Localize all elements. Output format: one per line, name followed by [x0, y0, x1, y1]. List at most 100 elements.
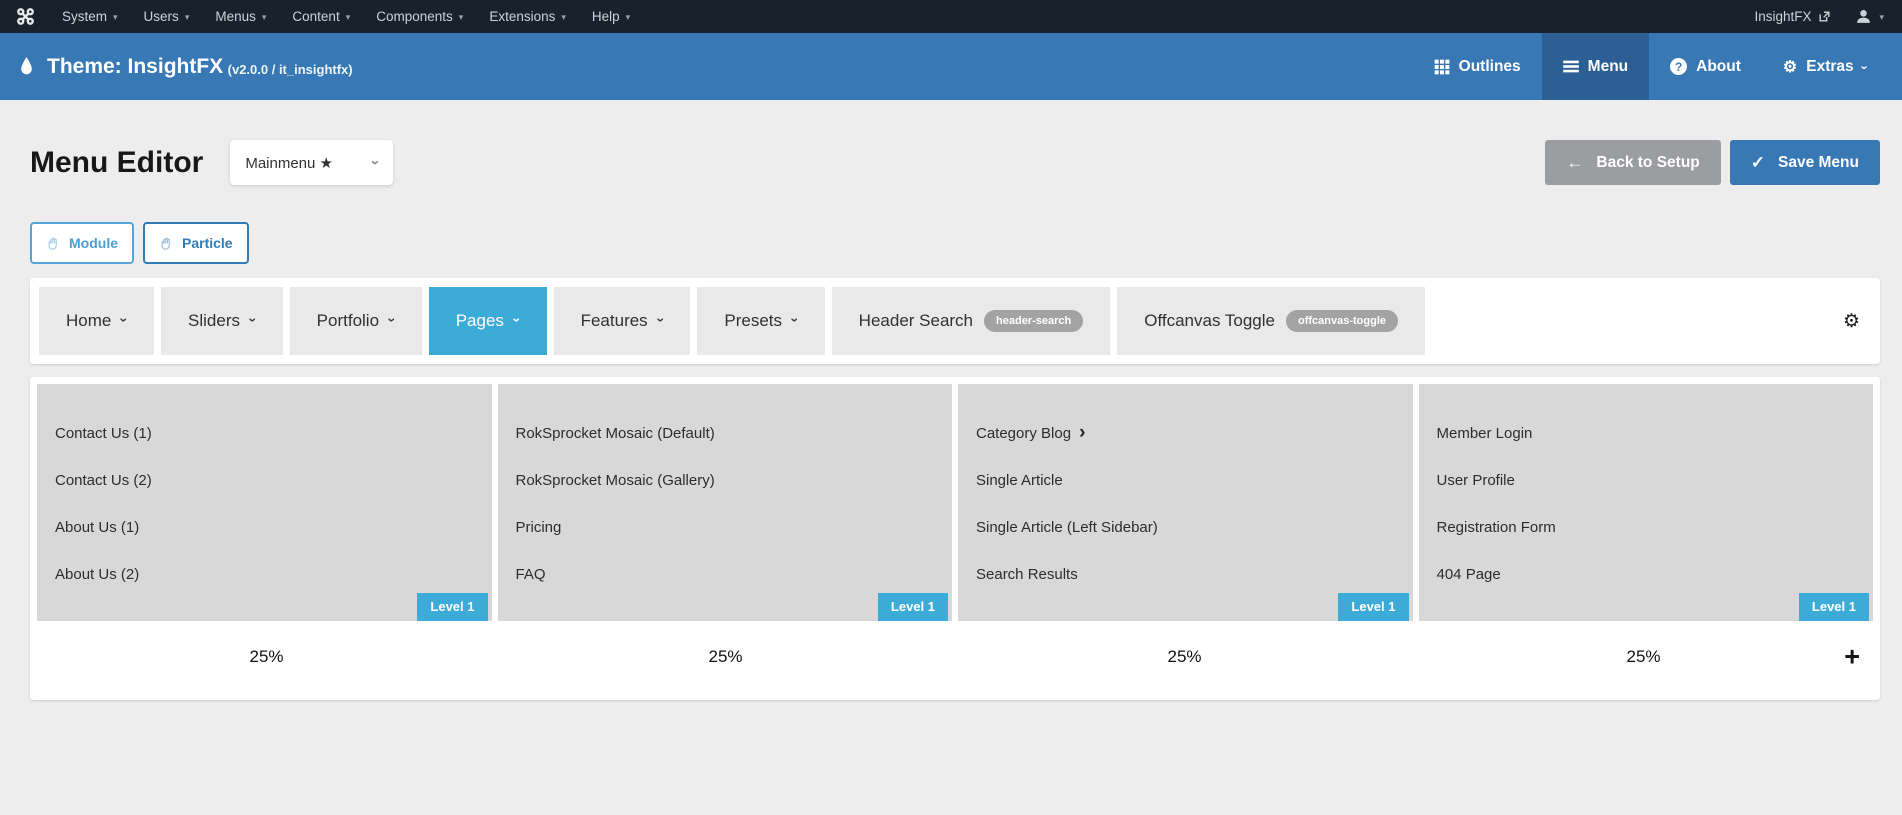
- nav-item-components[interactable]: Components ▾: [363, 0, 476, 33]
- back-to-setup-label: Back to Setup: [1596, 154, 1699, 172]
- column-width-setting[interactable]: 25%: [37, 621, 496, 693]
- gear-icon: ⚙: [1783, 57, 1797, 77]
- particle-badge: offcanvas-toggle: [1286, 310, 1398, 332]
- site-preview-link[interactable]: InsightFX: [1740, 0, 1845, 33]
- menu-item-label: Header Search: [859, 311, 973, 331]
- column-width-row: 25% 25% 25% 25% +: [37, 621, 1873, 693]
- menu-select-value: Mainmenu ★: [245, 154, 333, 172]
- submenu-item[interactable]: Contact Us (1): [55, 410, 492, 457]
- menu-items-bar: Home › Sliders › Portfolio › Pages › Fea…: [30, 278, 1880, 364]
- about-button[interactable]: ? About: [1649, 33, 1762, 100]
- add-column-plus-icon[interactable]: +: [1844, 644, 1860, 671]
- caret-down-icon: ▾: [459, 12, 464, 23]
- menu-item-label: Presets: [724, 311, 782, 331]
- column-width-setting[interactable]: 25%: [1414, 621, 1873, 693]
- nav-item-menus[interactable]: Menus ▾: [202, 0, 279, 33]
- module-label: Module: [69, 235, 118, 251]
- submenu-item[interactable]: About Us (2): [55, 551, 492, 598]
- question-icon: ?: [1670, 58, 1687, 75]
- submenu-item-label: RokSprocket Mosaic (Default): [516, 425, 715, 442]
- nav-item-label: Users: [144, 9, 179, 24]
- submenu-item[interactable]: RokSprocket Mosaic (Gallery): [516, 457, 953, 504]
- submenu-item[interactable]: Category Blog ›: [976, 410, 1413, 457]
- submenu-item[interactable]: Single Article (Left Sidebar): [976, 504, 1413, 551]
- submenu-item-label: Member Login: [1437, 425, 1533, 442]
- chevron-down-icon: ›: [1857, 65, 1872, 69]
- level-badge: Level 1: [878, 593, 948, 621]
- chevron-down-icon: ›: [245, 318, 261, 323]
- chevron-down-icon: ›: [367, 160, 384, 165]
- level-badge: Level 1: [1799, 593, 1869, 621]
- chevron-down-icon: ›: [653, 318, 669, 323]
- menu-item-presets[interactable]: Presets ›: [697, 287, 824, 355]
- menu-settings-gear-icon[interactable]: ⚙: [1843, 310, 1871, 333]
- nav-item-help[interactable]: Help ▾: [579, 0, 643, 33]
- submenu-item[interactable]: User Profile: [1437, 457, 1874, 504]
- about-label: About: [1696, 58, 1741, 76]
- hand-grab-icon: [46, 236, 61, 251]
- save-menu-button[interactable]: ✓ Save Menu: [1730, 140, 1880, 185]
- page-title: Menu Editor: [30, 146, 203, 180]
- submenu-item[interactable]: Member Login: [1437, 410, 1874, 457]
- submenu-item[interactable]: About Us (1): [55, 504, 492, 551]
- particle-drag-button[interactable]: Particle: [143, 222, 249, 264]
- column-width-setting[interactable]: 25%: [955, 621, 1414, 693]
- menu-button[interactable]: Menu: [1542, 33, 1649, 100]
- column-width-setting[interactable]: 25%: [496, 621, 955, 693]
- menu-item-offcanvas-toggle[interactable]: Offcanvas Toggle offcanvas-toggle: [1117, 287, 1425, 355]
- menu-item-label: Features: [581, 311, 648, 331]
- submenu-item[interactable]: Contact Us (2): [55, 457, 492, 504]
- theme-version: (v2.0.0 / it_insightfx): [228, 62, 353, 77]
- submenu-column-2: RokSprocket Mosaic (Default) RokSprocket…: [498, 384, 953, 621]
- menu-item-features[interactable]: Features ›: [554, 287, 691, 355]
- user-menu[interactable]: ▾: [1845, 0, 1902, 33]
- menu-item-portfolio[interactable]: Portfolio ›: [290, 287, 422, 355]
- nav-item-label: Menus: [215, 9, 256, 24]
- submenu-item-label: RokSprocket Mosaic (Gallery): [516, 472, 715, 489]
- menu-item-label: Offcanvas Toggle: [1144, 311, 1275, 331]
- menu-item-pages[interactable]: Pages ›: [429, 287, 547, 355]
- particle-badge: header-search: [984, 310, 1083, 332]
- nav-item-content[interactable]: Content ▾: [279, 0, 363, 33]
- menu-select[interactable]: Mainmenu ★ ›: [230, 140, 393, 185]
- outlines-button[interactable]: Outlines: [1413, 33, 1542, 100]
- menu-item-header-search[interactable]: Header Search header-search: [832, 287, 1111, 355]
- menu-item-home[interactable]: Home ›: [39, 287, 154, 355]
- caret-down-icon: ▾: [561, 12, 566, 23]
- droplet-icon: [19, 56, 34, 77]
- menu-label: Menu: [1588, 58, 1628, 76]
- nav-item-extensions[interactable]: Extensions ▾: [476, 0, 579, 33]
- menu-item-sliders[interactable]: Sliders ›: [161, 287, 283, 355]
- chevron-down-icon: ›: [509, 318, 525, 323]
- back-to-setup-button[interactable]: ← Back to Setup: [1545, 140, 1720, 185]
- submenu-item[interactable]: Search Results: [976, 551, 1413, 598]
- submenu-item-label: Single Article (Left Sidebar): [976, 519, 1158, 536]
- nav-item-system[interactable]: System ▾: [49, 0, 131, 33]
- nav-item-label: Content: [292, 9, 339, 24]
- level-badge: Level 1: [417, 593, 487, 621]
- admin-navbar: System ▾ Users ▾ Menus ▾ Content ▾ Compo…: [0, 0, 1902, 33]
- joomla-logo-icon: [0, 7, 49, 26]
- menu-item-label: Sliders: [188, 311, 240, 331]
- submenu-item[interactable]: FAQ: [516, 551, 953, 598]
- module-drag-button[interactable]: Module: [30, 222, 134, 264]
- check-icon: ✓: [1751, 153, 1765, 173]
- caret-down-icon: ▾: [113, 12, 118, 23]
- submenu-item-label: About Us (1): [55, 519, 139, 536]
- submenu-item[interactable]: Registration Form: [1437, 504, 1874, 551]
- submenu-item[interactable]: RokSprocket Mosaic (Default): [516, 410, 953, 457]
- submenu-item[interactable]: Pricing: [516, 504, 953, 551]
- save-menu-label: Save Menu: [1778, 154, 1859, 172]
- submenu-item-label: User Profile: [1437, 472, 1515, 489]
- submenu-item[interactable]: Single Article: [976, 457, 1413, 504]
- submenu-item-label: FAQ: [516, 566, 546, 583]
- extras-label: Extras: [1806, 58, 1853, 76]
- caret-down-icon: ▾: [346, 12, 351, 23]
- level-badge: Level 1: [1338, 593, 1408, 621]
- theme-title: Theme: InsightFX: [47, 55, 223, 78]
- submenu-item[interactable]: 404 Page: [1437, 551, 1874, 598]
- nav-item-users[interactable]: Users ▾: [131, 0, 203, 33]
- hand-grab-icon: [159, 236, 174, 251]
- chevron-down-icon: ›: [787, 318, 803, 323]
- extras-button[interactable]: ⚙ Extras ›: [1762, 33, 1888, 100]
